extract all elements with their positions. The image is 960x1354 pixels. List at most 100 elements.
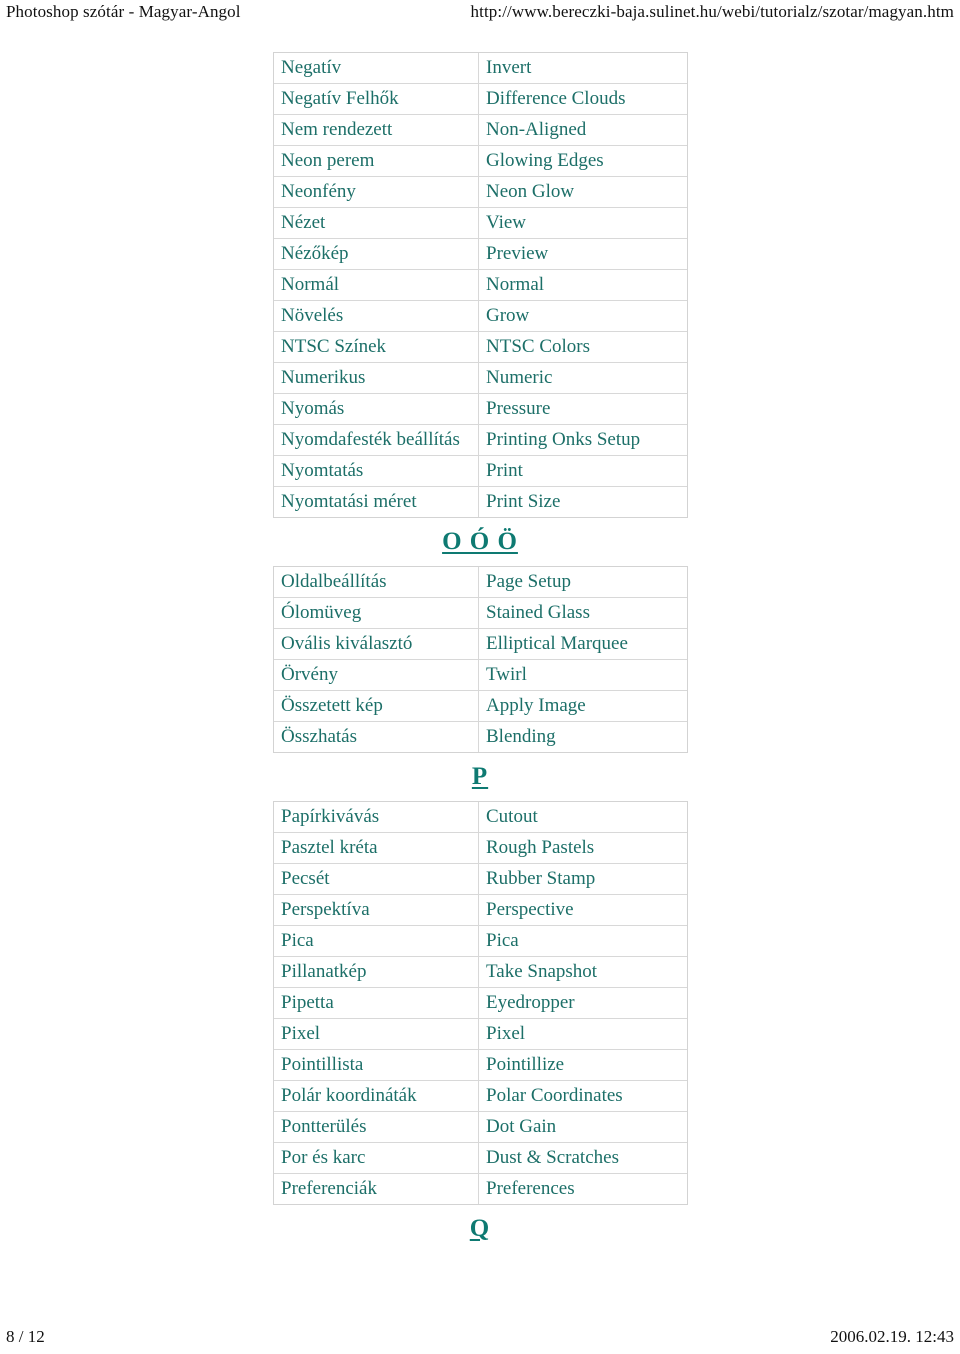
table-row: Növelés Grow <box>274 301 687 332</box>
table-row: Perspektíva Perspective <box>274 895 687 926</box>
table-row: Nyomtatás Print <box>274 456 687 487</box>
table-row: Összetett kép Apply Image <box>274 691 687 722</box>
letter-heading-q[interactable]: Q <box>0 1205 960 1253</box>
term-hungarian: Normál <box>274 270 479 301</box>
term-english: Eyedropper <box>479 988 687 1019</box>
table-row: Neonfény Neon Glow <box>274 177 687 208</box>
table-row: Pixel Pixel <box>274 1019 687 1050</box>
term-hungarian: Negatív Felhők <box>274 84 479 115</box>
table-row: Oldalbeállítás Page Setup <box>274 567 687 598</box>
term-hungarian: Numerikus <box>274 363 479 394</box>
table-row: Preferenciák Preferences <box>274 1174 687 1204</box>
dictionary-table-wrapper: Negatív Invert Negatív Felhők Difference Cl… <box>273 52 688 518</box>
term-english: Pica <box>479 926 687 957</box>
table-row: Pointillista Pointillize <box>274 1050 687 1081</box>
term-hungarian: Oldalbeállítás <box>274 567 479 598</box>
table-row: Nyomdafesték beállítás Printing Onks Setu… <box>274 425 687 456</box>
term-english: Blending <box>486 726 556 747</box>
term-english: Apply Image <box>479 691 687 722</box>
table-row: Papírkivávás Cutout <box>274 802 687 833</box>
term-hungarian: Polár koordináták <box>274 1081 479 1112</box>
table-row: Pica Pica <box>274 926 687 957</box>
term-hungarian: Nyomás <box>274 394 479 425</box>
term-english: Twirl <box>479 660 687 691</box>
term-hungarian: Összhatás <box>274 722 479 752</box>
term-hungarian: Nem rendezett <box>274 115 479 146</box>
term-english: Difference Clouds <box>479 84 687 115</box>
term-english: Dust & Scratches <box>479 1143 687 1174</box>
table-row: Ólomüveg Stained Glass <box>274 598 687 629</box>
term-english: Glowing Edges <box>479 146 687 177</box>
dictionary-table-wrapper: Papírkivávás Cutout Pasztel kréta Rough Pas… <box>273 801 688 1205</box>
print-timestamp: 2006.02.19. 12:43 <box>830 1327 954 1346</box>
term-english: Pixel <box>479 1019 687 1050</box>
term-hungarian: Neonfény <box>274 177 479 208</box>
term-hungarian: Örvény <box>274 660 479 691</box>
page-header: Photoshop szótár - Magyar-Angol http://w… <box>0 0 960 30</box>
term-hungarian: Neon perem <box>274 146 479 177</box>
term-english: Invert <box>479 53 687 84</box>
table-row: Polár koordináták Polar Coordinates <box>274 1081 687 1112</box>
dictionary-table-o: Oldalbeállítás Page Setup Ólomüveg Stained… <box>273 566 688 753</box>
letter-heading-label: O Ó Ö <box>442 528 518 555</box>
table-row: Nézet View <box>274 208 687 239</box>
term-english: Print <box>479 456 687 487</box>
term-english: NTSC Colors <box>479 332 687 363</box>
term-hungarian: Nyomtatási méret <box>274 487 479 517</box>
table-row: Pillanatkép Take Snapshot <box>274 957 687 988</box>
term-hungarian: Pontterülés <box>274 1112 479 1143</box>
dictionary-table-p: Papírkivávás Cutout Pasztel kréta Rough Pas… <box>273 801 688 1205</box>
term-english: Take Snapshot <box>479 957 687 988</box>
table-row: Negatív Invert <box>274 53 687 84</box>
term-english: Non-Aligned <box>479 115 687 146</box>
dictionary-table-n: Negatív Invert Negatív Felhők Difference Cl… <box>273 52 688 518</box>
term-hungarian: Nyomdafesték beállítás <box>274 425 479 456</box>
term-hungarian: Ólomüveg <box>274 598 479 629</box>
table-row: Örvény Twirl <box>274 660 687 691</box>
term-english: Cutout <box>479 802 687 833</box>
letter-heading-label: P <box>471 763 489 790</box>
term-hungarian: Pointillista <box>274 1050 479 1081</box>
letter-heading-o[interactable]: O Ó Ö <box>0 518 960 566</box>
term-hungarian: Nyomtatás <box>274 456 479 487</box>
term-english: Rough Pastels <box>479 833 687 864</box>
document-title: Photoshop szótár - Magyar-Angol <box>6 2 241 21</box>
term-hungarian: Pasztel kréta <box>274 833 479 864</box>
term-english: Numeric <box>479 363 687 394</box>
term-english: Normal <box>479 270 687 301</box>
term-english: Pressure <box>479 394 687 425</box>
term-english: Printing Onks Setup <box>479 425 687 456</box>
table-row: Nyomás Pressure <box>274 394 687 425</box>
letter-heading-p[interactable]: P <box>0 753 960 801</box>
term-hungarian: Nézőkép <box>274 239 479 270</box>
term-hungarian: Por és karc <box>274 1143 479 1174</box>
term-english: Page Setup <box>479 567 687 598</box>
term-hungarian: Pipetta <box>274 988 479 1019</box>
term-hungarian: Preferenciák <box>274 1174 479 1204</box>
table-row: Pasztel kréta Rough Pastels <box>274 833 687 864</box>
term-hungarian: Pecsét <box>274 864 479 895</box>
table-row: Pontterülés Dot Gain <box>274 1112 687 1143</box>
table-row: Pecsét Rubber Stamp <box>274 864 687 895</box>
table-row: Ovális kiválasztó Elliptical Marquee <box>274 629 687 660</box>
table-row: Nézőkép Preview <box>274 239 687 270</box>
term-hungarian: Negatív <box>274 53 479 84</box>
term-english: Pointillize <box>479 1050 687 1081</box>
term-hungarian: NTSC Színek <box>274 332 479 363</box>
term-english: Perspective <box>479 895 687 926</box>
term-hungarian: Növelés <box>274 301 479 332</box>
term-english: Neon Glow <box>479 177 687 208</box>
table-row: Por és karc Dust & Scratches <box>274 1143 687 1174</box>
term-hungarian: Nézet <box>274 208 479 239</box>
table-row: Nyomtatási méret Print Size <box>274 487 687 517</box>
term-english: Print Size <box>486 491 561 512</box>
term-english: Elliptical Marquee <box>479 629 687 660</box>
term-english: Preview <box>479 239 687 270</box>
table-row: NTSC Színek NTSC Colors <box>274 332 687 363</box>
term-hungarian: Pixel <box>274 1019 479 1050</box>
table-row: Neon perem Glowing Edges <box>274 146 687 177</box>
term-english: View <box>479 208 687 239</box>
dictionary-table-wrapper: Oldalbeállítás Page Setup Ólomüveg Stained… <box>273 566 688 753</box>
page-footer: 8 / 12 2006.02.19. 12:43 <box>0 1324 960 1350</box>
table-row: Pipetta Eyedropper <box>274 988 687 1019</box>
